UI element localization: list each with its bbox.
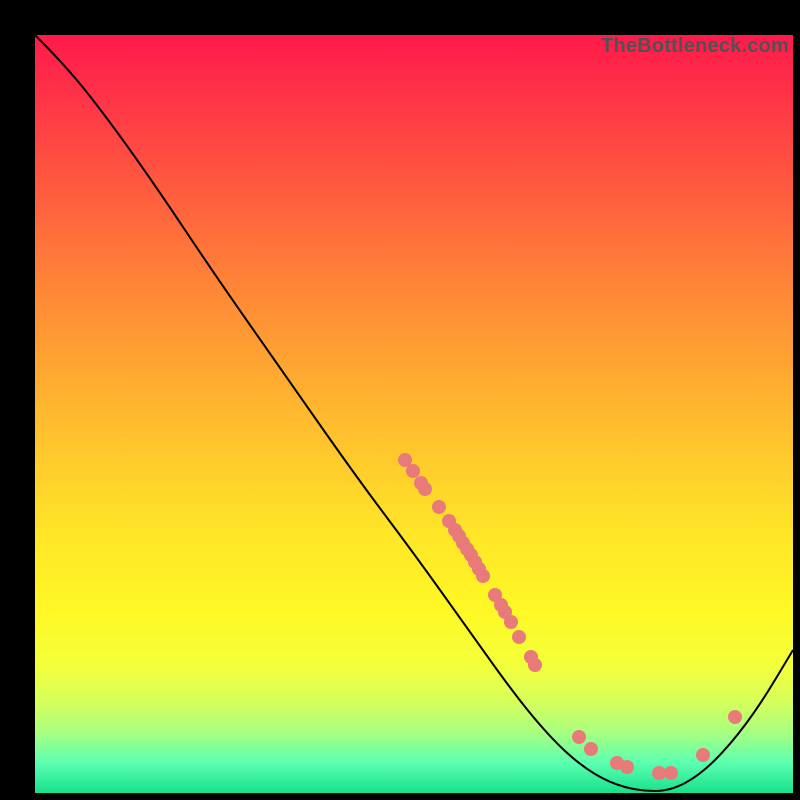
data-point-dot <box>476 569 490 583</box>
data-point-dot <box>620 760 634 774</box>
data-point-dot <box>728 710 742 724</box>
data-point-dot <box>584 742 598 756</box>
data-point-dot <box>696 748 710 762</box>
data-point-dot <box>512 630 526 644</box>
chart-frame: TheBottleneck.com <box>14 14 786 786</box>
chart-svg <box>35 35 793 793</box>
data-dots-group <box>398 453 742 780</box>
data-point-dot <box>432 500 446 514</box>
data-point-dot <box>418 482 432 496</box>
watermark-text: TheBottleneck.com <box>601 35 789 58</box>
bottleneck-curve <box>35 35 793 791</box>
data-point-dot <box>664 766 678 780</box>
data-point-dot <box>572 730 586 744</box>
data-point-dot <box>504 615 518 629</box>
data-point-dot <box>652 766 666 780</box>
data-point-dot <box>528 658 542 672</box>
plot-area: TheBottleneck.com <box>35 35 793 793</box>
data-point-dot <box>406 464 420 478</box>
